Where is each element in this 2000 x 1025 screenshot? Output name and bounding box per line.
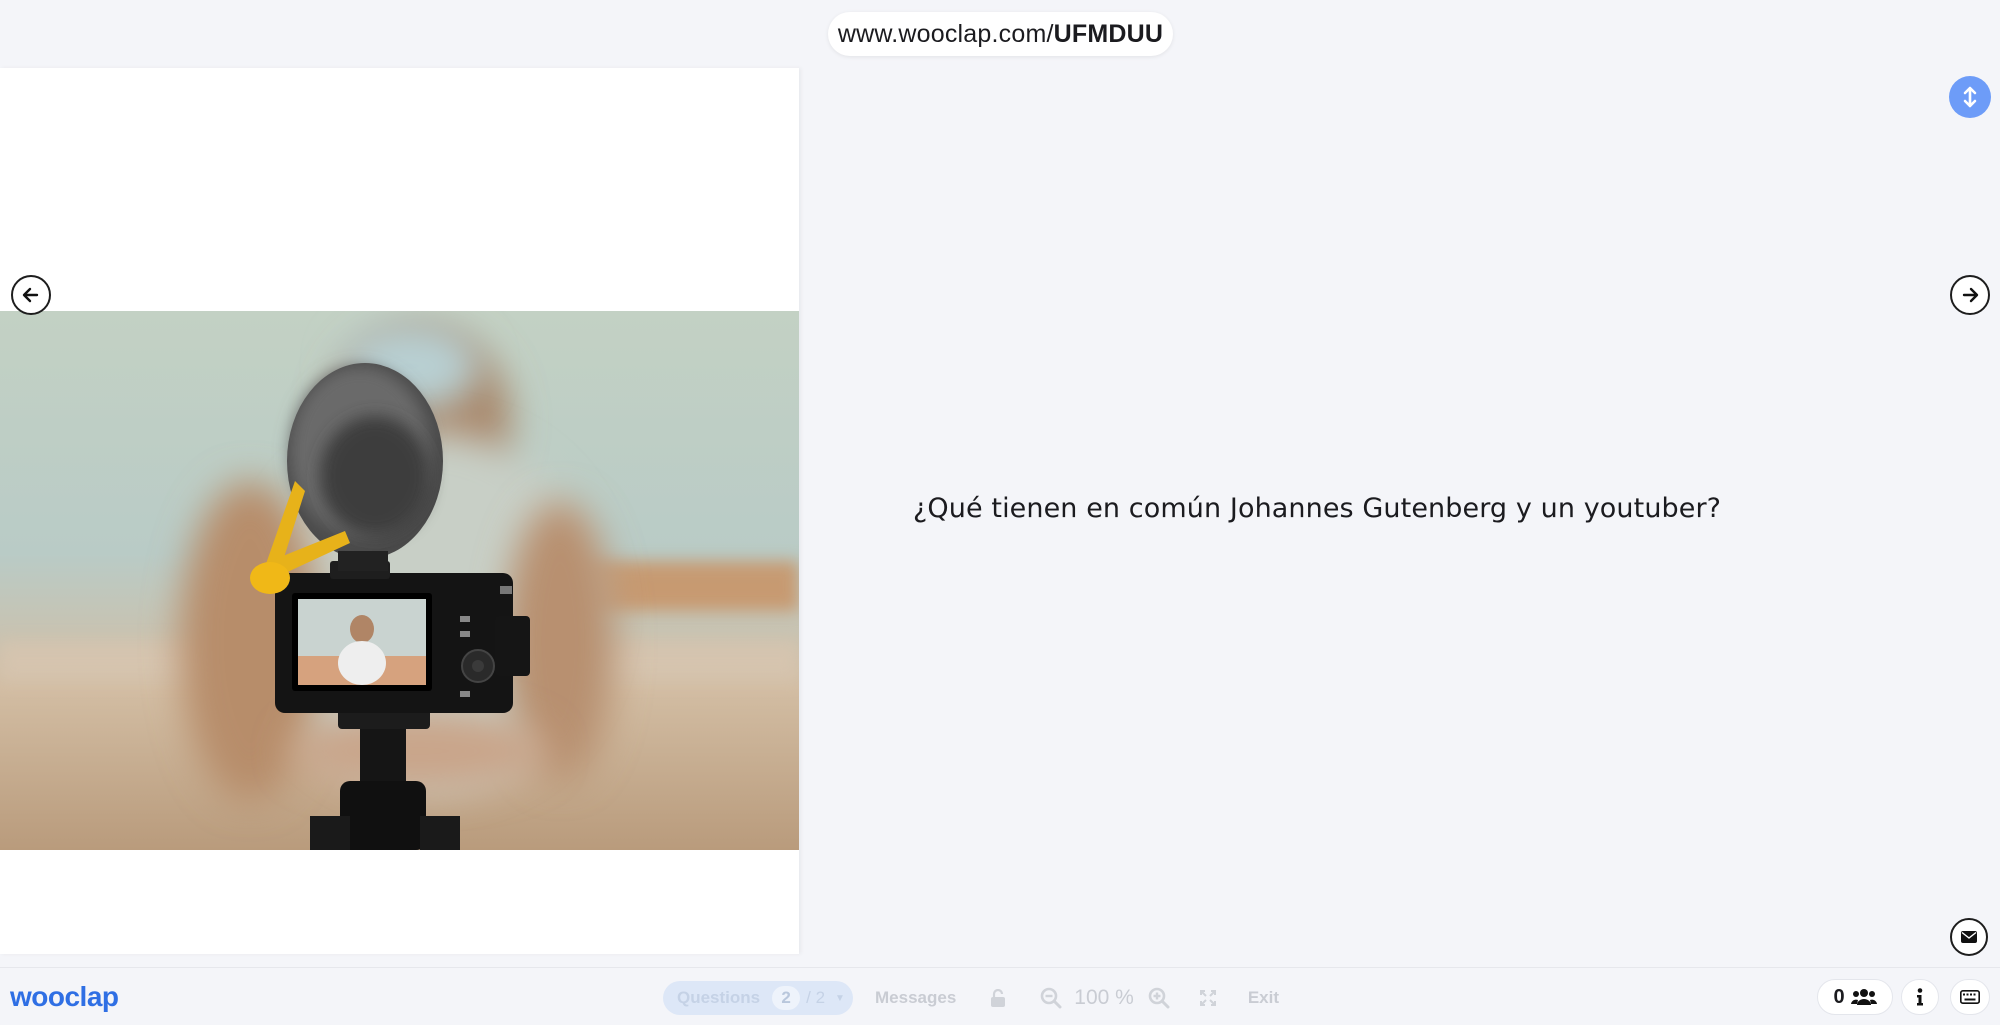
participants-counter[interactable]: 0	[1817, 979, 1893, 1015]
next-slide-button[interactable]	[1950, 275, 1990, 315]
zoom-level: 100 %	[1074, 986, 1134, 1009]
exit-button[interactable]: Exit	[1248, 988, 1279, 1008]
wooclap-logo[interactable]: wooclap	[10, 981, 119, 1013]
session-url-base: www.wooclap.com/	[837, 19, 1054, 48]
session-code: UFMDUU	[1053, 19, 1164, 48]
session-url: www.wooclap.com/UFMDUU	[828, 12, 1173, 56]
messages-button[interactable]	[1950, 918, 1988, 956]
keyboard-icon	[1960, 990, 1980, 1004]
arrow-right-icon	[1962, 287, 1979, 303]
chevron-down-icon: ▼	[835, 992, 845, 1004]
questions-label: Questions	[677, 988, 761, 1007]
question-title: ¿Qué tienen en común Johannes Gutenberg …	[913, 493, 1722, 524]
messages-toggle[interactable]: Messages	[875, 988, 956, 1008]
camera-photo	[0, 311, 799, 850]
participants-count: 0	[1833, 985, 1845, 1008]
question-media-panel	[0, 68, 799, 954]
bottom-toolbar: wooclap Questions 2 / 2 ▼ Messages 100 %	[0, 967, 2000, 1025]
questions-selector[interactable]: Questions 2 / 2 ▼	[663, 981, 853, 1015]
keyboard-shortcuts-button[interactable]	[1950, 979, 1990, 1015]
zoom-out-icon[interactable]	[1040, 987, 1062, 1009]
zoom-in-icon[interactable]	[1148, 987, 1170, 1009]
envelope-icon	[1961, 931, 1977, 943]
question-current: 2	[772, 986, 801, 1010]
resize-toggle-button[interactable]	[1949, 76, 1991, 118]
question-image	[0, 311, 799, 850]
previous-slide-button[interactable]	[11, 275, 51, 315]
question-total: / 2	[806, 988, 826, 1007]
info-icon	[1917, 988, 1923, 1006]
users-icon	[1850, 989, 1877, 1005]
expand-icon[interactable]	[1199, 990, 1216, 1006]
unlock-icon[interactable]	[990, 989, 1006, 1007]
arrow-left-icon	[22, 287, 39, 303]
vertical-resize-icon	[1963, 86, 1977, 108]
info-button[interactable]	[1901, 979, 1939, 1015]
toolbar-controls: Questions 2 / 2 ▼ Messages 100 % Exit	[663, 981, 1279, 1015]
